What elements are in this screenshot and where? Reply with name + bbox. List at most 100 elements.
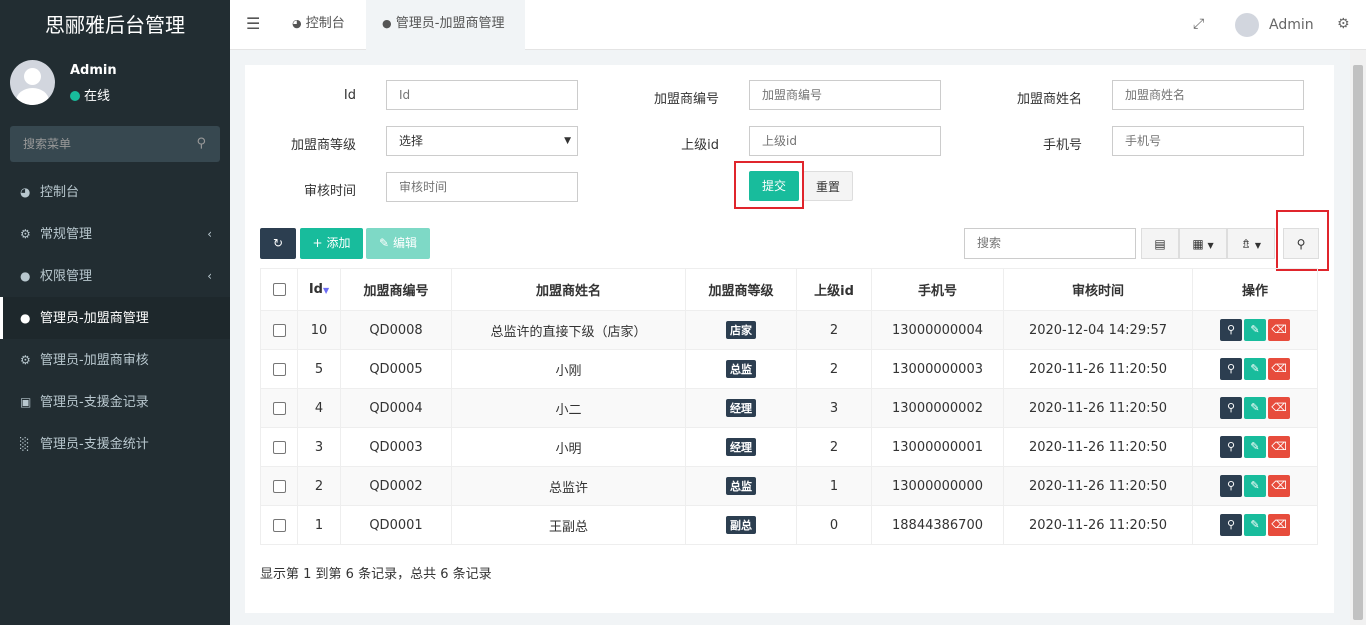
time-field[interactable] xyxy=(386,172,578,202)
delete-button[interactable]: ⌫ xyxy=(1268,475,1290,497)
sidebar-item-franchisee-manage[interactable]: ● 管理员-加盟商管理 xyxy=(0,297,230,339)
reset-button[interactable]: 重置 xyxy=(803,171,853,201)
table-row[interactable]: 5 QD0005 小刚 总监 2 13000000003 2020-11-26 11:20:… xyxy=(260,349,1318,389)
col-parent[interactable]: 上级id xyxy=(796,268,872,311)
sidebar-item-auth[interactable]: ● 权限管理 ‹ xyxy=(0,255,230,297)
col-time[interactable]: 审核时间 xyxy=(1003,268,1193,311)
col-code[interactable]: 加盟商编号 xyxy=(340,268,452,311)
parent-input[interactable] xyxy=(762,128,940,154)
refresh-button[interactable]: ↻ xyxy=(260,228,296,259)
detail-button[interactable]: ⚲ xyxy=(1220,436,1242,458)
detail-button[interactable]: ⚲ xyxy=(1220,475,1242,497)
columns-button[interactable]: ▦ ▼ xyxy=(1179,228,1227,259)
table-search-field[interactable] xyxy=(964,228,1136,259)
row-edit-button[interactable]: ✎ xyxy=(1244,358,1266,380)
row-checkbox[interactable] xyxy=(272,479,286,493)
level-badge: 店家 xyxy=(726,321,756,339)
app-title[interactable]: 思郦雅后台管理 xyxy=(0,0,230,50)
parent-field[interactable] xyxy=(749,126,941,156)
col-name[interactable]: 加盟商姓名 xyxy=(451,268,686,311)
table-row[interactable]: 1 QD0001 王副总 副总 0 18844386700 2020-11-26 11:20… xyxy=(260,505,1318,545)
search-icon[interactable]: ⚲ xyxy=(196,136,206,151)
name-field[interactable] xyxy=(1112,80,1304,110)
pencil-icon: ✎ xyxy=(1250,401,1260,414)
phone-field[interactable] xyxy=(1112,126,1304,156)
col-id[interactable]: Id▼ xyxy=(297,268,341,311)
cogs-icon: ⚙ xyxy=(20,227,31,241)
scrollbar[interactable] xyxy=(1350,50,1366,625)
id-field[interactable] xyxy=(386,80,578,110)
row-edit-button[interactable]: ✎ xyxy=(1244,475,1266,497)
topbar-user-name[interactable]: Admin xyxy=(1269,17,1314,33)
avatar[interactable] xyxy=(1235,13,1259,37)
trash-icon: ⌫ xyxy=(1271,323,1287,336)
col-level[interactable]: 加盟商等级 xyxy=(685,268,797,311)
tab-dashboard[interactable]: ◕ 控制台 xyxy=(276,0,361,50)
id-input[interactable] xyxy=(399,82,577,108)
col-phone[interactable]: 手机号 xyxy=(871,268,1004,311)
row-edit-button[interactable]: ✎ xyxy=(1244,514,1266,536)
code-field[interactable] xyxy=(749,80,941,110)
user-name: Admin xyxy=(70,63,117,78)
cell-name: 小二 xyxy=(451,388,686,428)
tab-label: 管理员-加盟商管理 xyxy=(395,16,505,31)
table-row[interactable]: 3 QD0003 小明 经理 2 13000000001 2020-11-26 11:20:… xyxy=(260,427,1318,467)
row-edit-button[interactable]: ✎ xyxy=(1244,319,1266,341)
row-edit-button[interactable]: ✎ xyxy=(1244,397,1266,419)
select-all-checkbox[interactable] xyxy=(272,283,286,296)
row-select-cell xyxy=(260,388,298,428)
add-button[interactable]: + 添加 xyxy=(300,228,363,259)
table-row[interactable]: 2 QD0002 总监许 总监 1 13000000000 2020-11-26 11:20… xyxy=(260,466,1318,506)
edit-button[interactable]: ✎ 编辑 xyxy=(366,228,430,259)
row-checkbox[interactable] xyxy=(272,440,286,454)
time-input[interactable] xyxy=(399,174,577,200)
delete-button[interactable]: ⌫ xyxy=(1268,436,1290,458)
cell-time: 2020-11-26 11:20:50 xyxy=(1003,349,1193,389)
row-checkbox[interactable] xyxy=(272,362,286,376)
phone-input[interactable] xyxy=(1125,128,1303,154)
row-checkbox[interactable] xyxy=(272,518,286,532)
cogs-icon[interactable]: ⚙ xyxy=(1337,16,1350,32)
menu-toggle-icon[interactable]: ☰ xyxy=(246,14,260,33)
pencil-icon: ✎ xyxy=(379,236,390,250)
row-checkbox[interactable] xyxy=(272,323,286,337)
detail-button[interactable]: ⚲ xyxy=(1220,358,1242,380)
pencil-icon: ✎ xyxy=(1250,479,1260,492)
detail-button[interactable]: ⚲ xyxy=(1220,397,1242,419)
sidebar-item-support-stats[interactable]: ░ 管理员-支援金统计 xyxy=(0,423,230,465)
sidebar-item-dashboard[interactable]: ◕ 控制台 xyxy=(0,171,230,213)
sidebar-item-franchisee-review[interactable]: ⚙ 管理员-加盟商审核 xyxy=(0,339,230,381)
row-checkbox[interactable] xyxy=(272,401,286,415)
delete-button[interactable]: ⌫ xyxy=(1268,358,1290,380)
tab-franchisee-manage[interactable]: ● 管理员-加盟商管理 xyxy=(366,0,525,50)
export-button[interactable]: ⇯ ▼ xyxy=(1227,228,1275,259)
delete-button[interactable]: ⌫ xyxy=(1268,319,1290,341)
level-select-value: 选择 xyxy=(399,134,424,148)
cell-level: 总监 xyxy=(685,349,797,389)
level-select[interactable]: 选择 ▼ xyxy=(386,126,578,156)
detail-button[interactable]: ⚲ xyxy=(1220,319,1242,341)
level-badge: 总监 xyxy=(726,477,756,495)
caret-down-icon: ▼ xyxy=(1207,241,1214,250)
zoom-icon: ⚲ xyxy=(1226,401,1236,414)
level-badge: 副总 xyxy=(726,516,756,534)
row-edit-button[interactable]: ✎ xyxy=(1244,436,1266,458)
table-search-input[interactable] xyxy=(977,230,1135,256)
name-input[interactable] xyxy=(1125,82,1303,108)
delete-button[interactable]: ⌫ xyxy=(1268,397,1290,419)
toggle-view-button[interactable]: ▤ xyxy=(1141,228,1179,259)
table-row[interactable]: 10 QD0008 总监许的直接下级（店家） 店家 2 13000000004 2020-1… xyxy=(260,310,1318,350)
sidebar-item-support-records[interactable]: ▣ 管理员-支援金记录 xyxy=(0,381,230,423)
delete-button[interactable]: ⌫ xyxy=(1268,514,1290,536)
id-label: Id xyxy=(343,88,356,103)
sidebar-search-input[interactable] xyxy=(10,126,180,162)
code-label: 加盟商编号 xyxy=(653,92,719,107)
sidebar-item-general[interactable]: ⚙ 常规管理 ‹ xyxy=(0,213,230,255)
detail-button[interactable]: ⚲ xyxy=(1220,514,1242,536)
table-row[interactable]: 4 QD0004 小二 经理 3 13000000002 2020-11-26 11:20:… xyxy=(260,388,1318,428)
code-input[interactable] xyxy=(762,82,940,108)
scrollbar-thumb[interactable] xyxy=(1353,65,1363,620)
fullscreen-icon[interactable]: ⤢ xyxy=(1193,16,1204,32)
parent-label: 上级id xyxy=(681,138,719,153)
cell-code: QD0005 xyxy=(340,349,452,389)
